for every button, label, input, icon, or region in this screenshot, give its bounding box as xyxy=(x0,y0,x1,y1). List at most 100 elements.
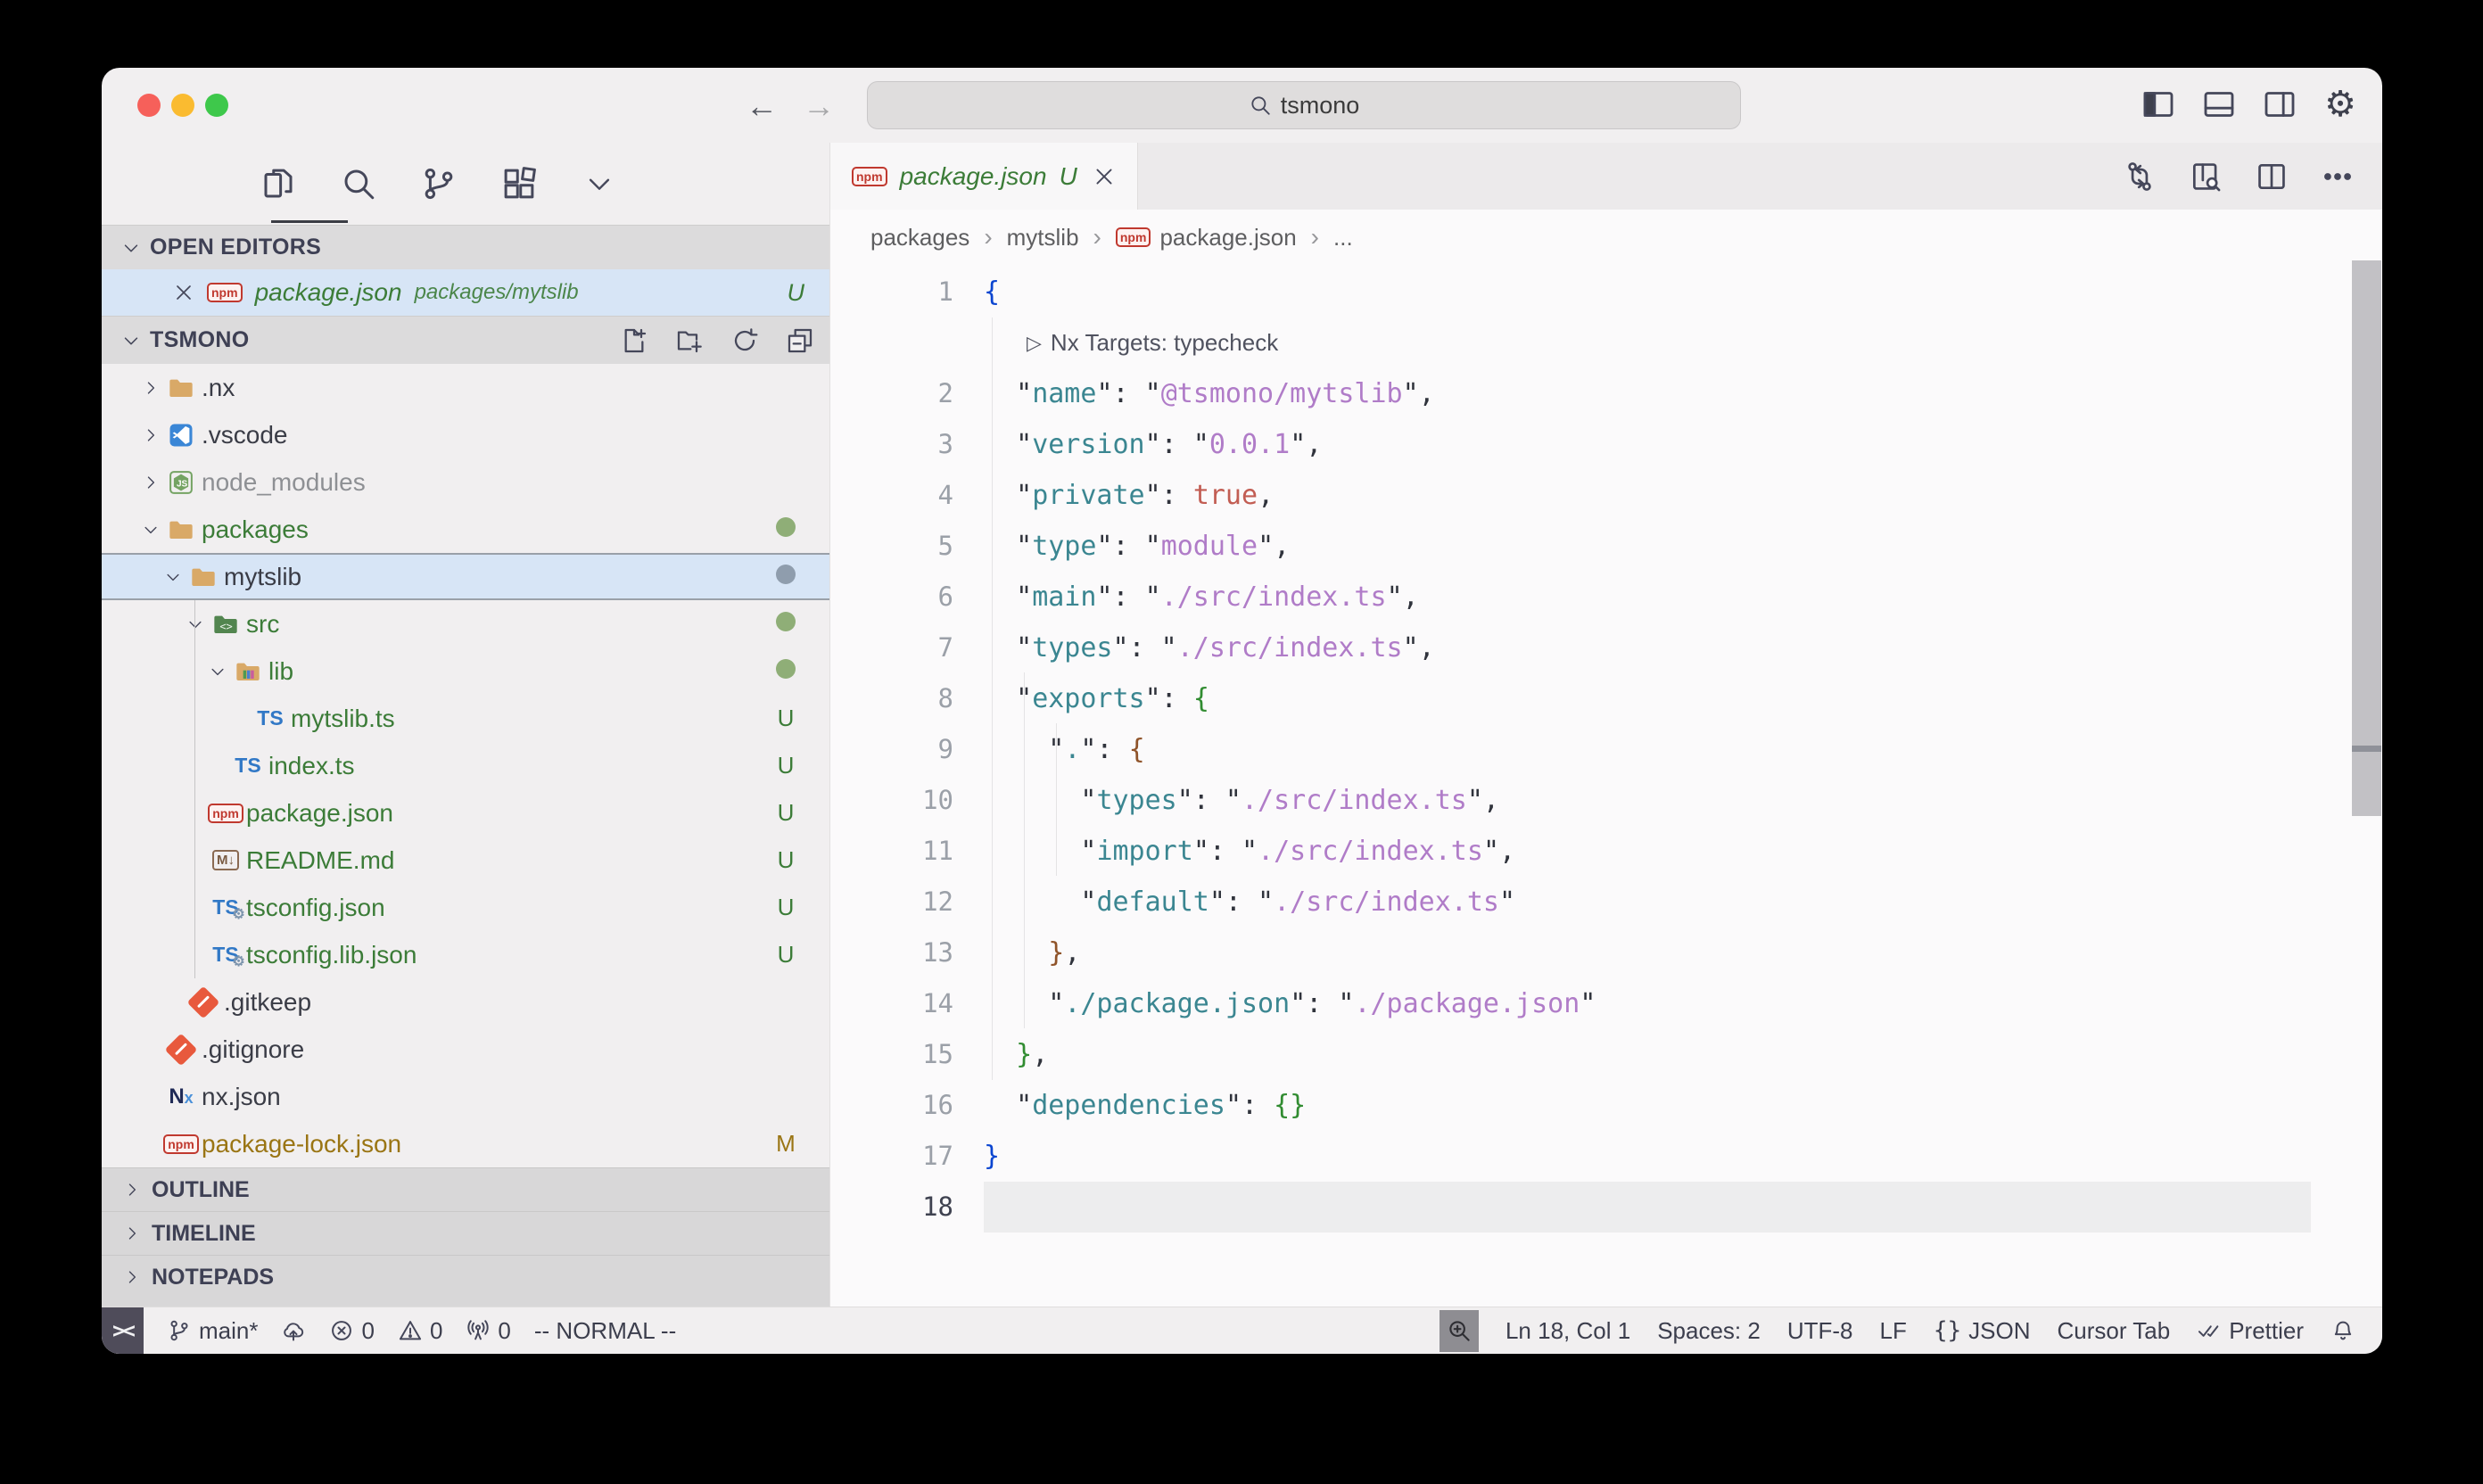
tree-item-packages[interactable]: packages xyxy=(102,506,829,553)
tree-item-src[interactable]: <>src xyxy=(102,600,829,647)
close-icon[interactable] xyxy=(1090,161,1119,192)
section-notepads[interactable]: NOTEPADS xyxy=(102,1255,829,1298)
breadcrumb-item[interactable]: mytslib xyxy=(1007,224,1079,251)
open-changes-button[interactable] xyxy=(2122,159,2157,194)
tree-item-label: package-lock.json xyxy=(202,1130,401,1158)
layout-sidebar-left-button[interactable] xyxy=(2140,86,2177,123)
close-icon[interactable] xyxy=(173,282,194,303)
tree-item-readme-md[interactable]: M↓README.mdU xyxy=(102,837,829,884)
code-line-7: 7 "types": "./src/index.ts", xyxy=(830,622,2382,673)
layout-sidebar-right-button[interactable] xyxy=(2261,86,2298,123)
tab-package-json[interactable]: npm package.json U xyxy=(830,143,1138,210)
status-ln-18-col-1[interactable]: Ln 18, Col 1 xyxy=(1505,1317,1630,1345)
tree-item--gitignore[interactable]: .gitignore xyxy=(102,1026,829,1073)
code-line-15: 15 }, xyxy=(830,1029,2382,1080)
current-line-highlight xyxy=(984,1182,2311,1233)
open-editor-name: package.json xyxy=(255,278,402,307)
zoom-indicator[interactable] xyxy=(1439,1310,1479,1352)
tab-label: package.json xyxy=(900,162,1047,191)
activity-source-control-button[interactable] xyxy=(419,164,458,203)
activity-chevron-down-button[interactable] xyxy=(580,164,619,203)
status-label: 0 xyxy=(361,1317,374,1345)
section-outline[interactable]: OUTLINE xyxy=(102,1167,829,1211)
remote-indicator[interactable]: >< xyxy=(102,1307,144,1354)
open-editor-item[interactable]: npm package.json packages/mytslib U xyxy=(102,269,829,316)
section-timeline[interactable]: TIMELINE xyxy=(102,1211,829,1255)
tree-item-mytslib[interactable]: mytslib xyxy=(102,553,829,600)
svg-text:JS: JS xyxy=(177,479,188,489)
layout-panel-icon xyxy=(2201,87,2237,122)
status-label: UTF-8 xyxy=(1787,1317,1853,1345)
activity-search-button[interactable] xyxy=(339,164,378,203)
tree-item-tsconfig-json[interactable]: TS⚙tsconfig.jsonU xyxy=(102,884,829,931)
tree-item-tsconfig-lib-json[interactable]: TS⚙tsconfig.lib.jsonU xyxy=(102,931,829,978)
status-main[interactable]: main* xyxy=(167,1317,258,1345)
code-line-4: 4 "private": true, xyxy=(830,470,2382,521)
command-center-search[interactable]: tsmono xyxy=(867,81,1741,129)
nx-code-lens[interactable]: ▷Nx Targets: typecheck xyxy=(1027,317,1278,368)
tree-item-node-modules[interactable]: JSnode_modules xyxy=(102,458,829,506)
folder-icon xyxy=(189,563,218,591)
breadcrumb: packages›mytslib›npmpackage.json›... xyxy=(830,210,2382,265)
editor-scrollbar[interactable] xyxy=(2352,260,2381,816)
search-icon xyxy=(1249,94,1272,117)
git-status-badge: U xyxy=(765,799,806,827)
status-cloud-upload[interactable] xyxy=(281,1318,306,1343)
code-editor[interactable]: 1{▷Nx Targets: typecheck2 "name": "@tsmo… xyxy=(830,265,2382,1307)
new-file-icon[interactable] xyxy=(617,324,651,358)
minimize-window-button[interactable] xyxy=(171,94,194,117)
status-prettier[interactable]: Prettier xyxy=(2197,1317,2304,1345)
status-0[interactable]: 0 xyxy=(398,1317,442,1345)
zoom-window-button[interactable] xyxy=(205,94,228,117)
forward-icon[interactable]: → xyxy=(799,87,838,125)
breadcrumb-item[interactable]: packages xyxy=(870,224,969,251)
status-bell[interactable] xyxy=(2330,1318,2355,1343)
collapse-all-icon[interactable] xyxy=(783,324,817,358)
line-number: 15 xyxy=(830,1029,953,1080)
refresh-icon[interactable] xyxy=(728,324,762,358)
run-icon: ▷ xyxy=(1027,317,1042,368)
close-window-button[interactable] xyxy=(137,94,161,117)
tree-item--vscode[interactable]: .vscode xyxy=(102,411,829,458)
editor-group: npm package.json U packages›mytslib›npmp… xyxy=(830,143,2382,1307)
status-json[interactable]: {}JSON xyxy=(1934,1317,2031,1345)
layout-panel-button[interactable] xyxy=(2200,86,2238,123)
tree-item-index-ts[interactable]: TSindex.tsU xyxy=(102,742,829,789)
tree-item-lib[interactable]: lib xyxy=(102,647,829,695)
status-0[interactable]: 0 xyxy=(466,1317,510,1345)
open-preview-button[interactable] xyxy=(2188,159,2223,194)
status-0[interactable]: 0 xyxy=(329,1317,374,1345)
new-file-icon xyxy=(620,326,648,355)
status-cursor-tab[interactable]: Cursor Tab xyxy=(2058,1317,2171,1345)
tree-item--gitkeep[interactable]: .gitkeep xyxy=(102,978,829,1026)
status-lf[interactable]: LF xyxy=(1880,1317,1907,1345)
indent-guide xyxy=(1024,672,1025,1028)
chevron-down-icon xyxy=(121,238,141,258)
activity-extensions-button[interactable] xyxy=(499,164,539,203)
new-folder-icon[interactable] xyxy=(672,324,706,358)
split-editor-button[interactable] xyxy=(2254,159,2289,194)
status-utf-8[interactable]: UTF-8 xyxy=(1787,1317,1853,1345)
tree-item-mytslib-ts[interactable]: TSmytslib.tsU xyxy=(102,695,829,742)
status-normal[interactable]: -- NORMAL -- xyxy=(534,1317,676,1345)
explorer-section-header[interactable]: TSMONO xyxy=(102,316,829,364)
tree-item-package-json[interactable]: npmpackage.jsonU xyxy=(102,789,829,837)
open-editors-header[interactable]: OPEN EDITORS xyxy=(102,225,829,269)
tree-item-package-lock-json[interactable]: npmpackage-lock.jsonM xyxy=(102,1120,829,1167)
line-number: 12 xyxy=(830,877,953,928)
more-actions-button[interactable] xyxy=(2320,159,2355,194)
breadcrumb-item[interactable]: ... xyxy=(1333,224,1353,251)
breadcrumb-item[interactable]: npmpackage.json xyxy=(1116,224,1297,251)
section-label: NOTEPADS xyxy=(152,1265,274,1290)
tree-item--nx[interactable]: .nx xyxy=(102,364,829,411)
back-icon[interactable]: ← xyxy=(742,87,781,125)
git-icon xyxy=(192,991,215,1014)
close-icon xyxy=(173,282,194,303)
gear-button[interactable]: ⚙ xyxy=(2322,86,2359,123)
line-number: 17 xyxy=(830,1131,953,1182)
status-spaces-2[interactable]: Spaces: 2 xyxy=(1657,1317,1761,1345)
files-icon xyxy=(260,165,297,202)
chevron-down-icon xyxy=(139,521,162,539)
tree-item-nx-json[interactable]: Nxnx.json xyxy=(102,1073,829,1120)
activity-files-button[interactable] xyxy=(259,164,298,203)
